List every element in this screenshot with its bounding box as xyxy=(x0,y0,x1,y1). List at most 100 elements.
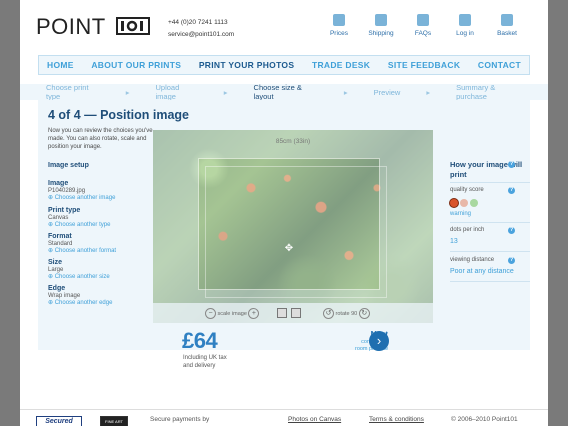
setup-value: Canvas xyxy=(48,214,69,221)
scale-label: scale image xyxy=(217,310,247,317)
page-title: 4 of 4 — Position image xyxy=(48,108,189,122)
login-icon xyxy=(459,14,471,26)
quality-score-label: quality score xyxy=(450,187,484,193)
preview-controls: − scale image + ↺ rotate 90 ↻ xyxy=(153,303,433,323)
nav-trade-desk[interactable]: TRADE DESK xyxy=(312,60,370,70)
page: POINT +44 (0)20 7241 1113 service@point1… xyxy=(20,0,548,426)
copyright: © 2006–2010 Point101 xyxy=(451,416,518,423)
topnav-faqs[interactable]: FAQs xyxy=(402,14,444,37)
step-progress: Choose print type ▸ Upload image ▸ Choos… xyxy=(20,83,548,101)
setup-heading: Print type xyxy=(48,207,81,214)
rotate-label: rotate 90 xyxy=(335,310,358,317)
site-logo[interactable]: POINT xyxy=(36,14,150,41)
quality-score-indicator xyxy=(450,199,478,207)
viewing-distance-label: viewing distance xyxy=(450,257,495,263)
setup-value: P1040289.jpg xyxy=(48,187,86,194)
next-arrow-button[interactable]: › xyxy=(369,331,389,351)
quality-dot-red xyxy=(450,199,458,207)
step-separator: ▸ xyxy=(125,87,130,97)
rotate-right-button[interactable]: ↻ xyxy=(358,308,370,319)
nav-print-your-photos[interactable]: PRINT YOUR PHOTOS xyxy=(199,60,294,70)
nav-about[interactable]: ABOUT OUR PRINTS xyxy=(91,60,181,70)
image-preview[interactable]: 85cm (33in) ✥ − scale image + ↺ rotate 9… xyxy=(153,130,433,323)
divider xyxy=(450,281,530,282)
setup-value: Standard xyxy=(48,240,73,247)
setup-format: Format Standard ⊕ Choose another format xyxy=(48,233,116,256)
scale-control: − scale image + xyxy=(205,308,260,319)
rotate-control: ↺ rotate 90 ↻ xyxy=(323,308,370,319)
help-icon[interactable]: ? xyxy=(508,227,515,234)
step-choose-size-layout[interactable]: Choose size & layout xyxy=(254,83,318,101)
quality-score-value: warning xyxy=(450,211,472,217)
setup-heading: Size xyxy=(48,259,63,266)
help-icon[interactable]: ? xyxy=(508,187,515,194)
image-setup-title: Image setup xyxy=(48,162,89,169)
faqs-icon xyxy=(417,14,429,26)
page-intro: Now you can review the choices you've ma… xyxy=(48,128,153,150)
help-icon[interactable]: ? xyxy=(508,257,515,264)
secure-payments-text: Secure payments by xyxy=(150,416,210,423)
setup-value: Large xyxy=(48,266,64,273)
contact-info: +44 (0)20 7241 1113 service@point101.com xyxy=(168,17,234,41)
rotate-left-button[interactable]: ↺ xyxy=(323,308,334,319)
topnav-login[interactable]: Log in xyxy=(444,14,486,37)
canvas-edge-frame xyxy=(205,166,387,298)
choose-another-type-link[interactable]: ⊕ Choose another type xyxy=(48,222,110,230)
step-choose-print-type[interactable]: Choose print type xyxy=(46,83,100,101)
print-size-label: 85cm (33in) xyxy=(275,138,311,145)
divider xyxy=(450,251,530,252)
email-address[interactable]: service@point101.com xyxy=(168,29,234,41)
topnav-basket[interactable]: Basket xyxy=(486,14,528,37)
scale-up-button[interactable]: + xyxy=(248,308,260,319)
top-nav: Prices Shipping FAQs Log in Basket xyxy=(318,14,528,37)
scale-down-button[interactable]: − xyxy=(205,308,216,319)
footer-link-terms[interactable]: Terms & conditions xyxy=(369,416,424,423)
setup-edge: Edge Wrap image ⊕ Choose another edge xyxy=(48,285,112,308)
setup-image: Image P1040289.jpg ⊕ Choose another imag… xyxy=(48,180,115,203)
quality-dot-green xyxy=(470,199,478,207)
move-handle-icon[interactable]: ✥ xyxy=(284,244,294,254)
prices-icon xyxy=(333,14,345,26)
logo-text: POINT xyxy=(36,14,106,39)
step-separator: ▸ xyxy=(223,87,228,97)
dpi-value: 13 xyxy=(450,238,458,245)
orientation-control xyxy=(275,308,303,318)
topnav-prices[interactable]: Prices xyxy=(318,14,360,37)
setup-print-type: Print type Canvas ⊕ Choose another type xyxy=(48,207,110,230)
setup-value: Wrap image xyxy=(48,292,81,299)
step-separator: ▸ xyxy=(426,87,431,97)
footer-link-photos-on-canvas[interactable]: Photos on Canvas xyxy=(288,416,341,423)
shipping-icon xyxy=(375,14,387,26)
basket-icon xyxy=(501,14,513,26)
nav-home[interactable]: HOME xyxy=(47,60,74,70)
divider xyxy=(450,182,530,183)
quality-dot-amber xyxy=(460,199,468,207)
footer-divider xyxy=(20,409,548,410)
divider xyxy=(450,222,530,223)
price-note: Including UK tax and delivery xyxy=(183,355,227,369)
fill-frame-icon[interactable] xyxy=(291,308,301,318)
logo-mark xyxy=(115,15,150,41)
setup-heading: Edge xyxy=(48,285,66,292)
choose-another-format-link[interactable]: ⊕ Choose another format xyxy=(48,248,116,256)
dpi-label: dots per inch xyxy=(450,227,485,233)
secured-badge: Secured xyxy=(36,416,82,426)
choose-another-image-link[interactable]: ⊕ Choose another image xyxy=(48,195,115,203)
choose-another-size-link[interactable]: ⊕ Choose another size xyxy=(48,274,110,282)
nav-contact[interactable]: CONTACT xyxy=(478,60,521,70)
viewing-distance-value: Poor at any distance xyxy=(450,268,514,275)
setup-heading: Format xyxy=(48,233,72,240)
setup-heading: Image xyxy=(48,180,69,187)
nav-site-feedback[interactable]: SITE FEEDBACK xyxy=(388,60,460,70)
step-preview[interactable]: Preview xyxy=(374,88,401,97)
help-icon[interactable]: ? xyxy=(508,161,515,168)
step-summary-purchase[interactable]: Summary & purchase xyxy=(456,83,522,101)
topnav-shipping[interactable]: Shipping xyxy=(360,14,402,37)
step-upload-image[interactable]: Upload image xyxy=(155,83,197,101)
fit-image-icon[interactable] xyxy=(277,308,287,318)
step-separator: ▸ xyxy=(343,87,348,97)
choose-another-edge-link[interactable]: ⊕ Choose another edge xyxy=(48,300,112,308)
main-nav: HOME ABOUT OUR PRINTS PRINT YOUR PHOTOS … xyxy=(38,55,530,75)
fineart-badge: FINE ART xyxy=(100,416,128,426)
phone-number: +44 (0)20 7241 1113 xyxy=(168,19,228,26)
